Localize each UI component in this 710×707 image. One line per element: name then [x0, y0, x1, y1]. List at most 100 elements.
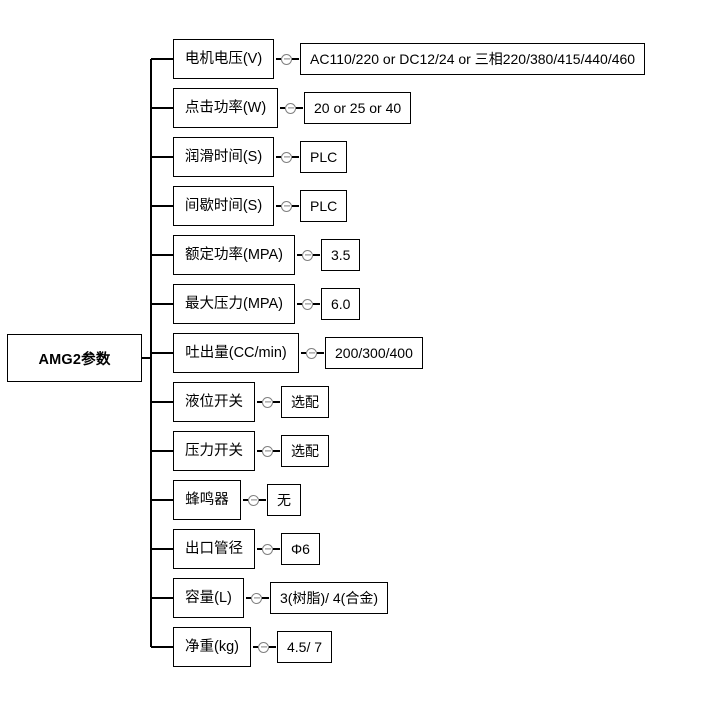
- parameter-value-text: 3.5: [331, 247, 351, 263]
- branch-connector-line: [151, 499, 173, 501]
- connector-stub-right: [317, 352, 324, 354]
- parameter-value-text: 无: [277, 492, 291, 508]
- collapse-circle-icon[interactable]: [281, 53, 292, 65]
- branch-connector-line: [151, 352, 173, 354]
- branch-connector-line: [151, 303, 173, 305]
- value-link-connector: [280, 100, 303, 116]
- parameter-tree-diagram: AMG2参数 电机电压(V) AC110/220 or DC12/24 or 三相…: [0, 0, 710, 707]
- value-link-connector: [297, 296, 320, 312]
- parameter-value-box[interactable]: PLC: [300, 141, 347, 173]
- parameter-label-box[interactable]: 容量(L): [173, 578, 244, 618]
- collapse-circle-icon[interactable]: [248, 494, 259, 506]
- connector-stub-right: [313, 303, 320, 305]
- parameter-label-box[interactable]: 吐出量(CC/min): [173, 333, 299, 373]
- parameter-label-text: 点击功率(W): [184, 99, 267, 116]
- parameter-label-box[interactable]: 润滑时间(S): [173, 137, 274, 177]
- parameter-value-box[interactable]: 选配: [281, 386, 329, 418]
- parameter-value-text: 选配: [291, 443, 319, 459]
- parameter-label-text: 额定功率(MPA): [185, 246, 284, 263]
- connector-stub-right: [269, 646, 276, 648]
- parameter-value-box[interactable]: 6.0: [321, 288, 360, 320]
- collapse-circle-icon[interactable]: [262, 543, 273, 555]
- parameter-value-box[interactable]: PLC: [300, 190, 347, 222]
- parameter-label-text: 吐出量(CC/min): [185, 344, 287, 361]
- connector-stub-right: [273, 401, 280, 403]
- collapse-circle-icon[interactable]: [306, 347, 317, 359]
- parameter-value-text: Φ6: [291, 541, 310, 557]
- branch-connector-line: [151, 548, 173, 550]
- collapse-circle-icon[interactable]: [262, 445, 273, 457]
- collapse-circle-icon[interactable]: [285, 102, 296, 114]
- parameter-label-box[interactable]: 蜂鸣器: [173, 480, 241, 520]
- parameter-value-text: 6.0: [331, 296, 351, 312]
- value-link-connector: [301, 345, 324, 361]
- parameter-value-box[interactable]: 3(树脂)/ 4(合金): [270, 582, 388, 614]
- parameter-value-text: 20 or 25 or 40: [314, 100, 402, 116]
- branch-connector-line: [151, 156, 173, 158]
- parameter-label-text: 电机电压(V): [184, 50, 263, 67]
- value-link-connector: [257, 443, 280, 459]
- parameter-label-box[interactable]: 最大压力(MPA): [173, 284, 295, 324]
- value-link-connector: [243, 492, 266, 508]
- branch-connector-line: [151, 205, 173, 207]
- parameter-label-box[interactable]: 出口管径: [173, 529, 255, 569]
- parameter-label-text: 出口管径: [185, 540, 243, 557]
- root-node[interactable]: AMG2参数: [7, 334, 142, 382]
- parameter-label-box[interactable]: 电机电压(V): [173, 39, 274, 79]
- parameter-label-text: 蜂鸣器: [185, 491, 229, 508]
- parameter-label-box[interactable]: 点击功率(W): [173, 88, 278, 128]
- parameter-label-box[interactable]: 压力开关: [173, 431, 255, 471]
- branch-connector-line: [151, 401, 173, 403]
- connector-stub-right: [292, 156, 299, 158]
- collapse-circle-icon[interactable]: [281, 200, 292, 212]
- parameter-value-box[interactable]: 选配: [281, 435, 329, 467]
- parameter-label-text: 间歇时间(S): [184, 197, 263, 214]
- parameter-value-text: 200/300/400: [335, 345, 413, 361]
- connector-stub-right: [292, 205, 299, 207]
- parameter-label-text: 容量(L): [185, 589, 232, 606]
- value-link-connector: [257, 541, 280, 557]
- parameter-label-box[interactable]: 额定功率(MPA): [173, 235, 295, 275]
- value-link-connector: [246, 590, 269, 606]
- parameter-label-text: 压力开关: [185, 442, 243, 459]
- parameter-value-text: 选配: [291, 394, 319, 410]
- value-link-connector: [297, 247, 320, 263]
- parameter-value-box[interactable]: 3.5: [321, 239, 360, 271]
- collapse-circle-icon[interactable]: [258, 641, 269, 653]
- connector-stub-right: [273, 450, 280, 452]
- connector-stub-right: [273, 548, 280, 550]
- value-link-connector: [276, 149, 299, 165]
- collapse-circle-icon[interactable]: [262, 396, 273, 408]
- branch-connector-line: [151, 646, 173, 648]
- parameter-value-text: 4.5/ 7: [287, 639, 323, 655]
- parameter-value-box[interactable]: 20 or 25 or 40: [304, 92, 411, 124]
- branch-connector-line: [151, 450, 173, 452]
- parameter-value-box[interactable]: Φ6: [281, 533, 320, 565]
- parameter-value-box[interactable]: 200/300/400: [325, 337, 423, 369]
- collapse-circle-icon[interactable]: [302, 249, 313, 261]
- parameter-label-text: 液位开关: [185, 393, 243, 410]
- parameter-label-box[interactable]: 净重(kg): [173, 627, 251, 667]
- parameter-value-box[interactable]: 无: [267, 484, 301, 516]
- branch-connector-line: [151, 597, 173, 599]
- parameter-label-text: 最大压力(MPA): [185, 295, 284, 312]
- parameter-value-box[interactable]: 4.5/ 7: [277, 631, 332, 663]
- parameter-label-text: 净重(kg): [185, 638, 239, 655]
- value-link-connector: [253, 639, 276, 655]
- parameter-label-box[interactable]: 液位开关: [173, 382, 255, 422]
- parameter-label-box[interactable]: 间歇时间(S): [173, 186, 274, 226]
- parameter-value-text: PLC: [310, 198, 338, 214]
- parameter-label-text: 润滑时间(S): [184, 148, 263, 165]
- branch-connector-line: [151, 254, 173, 256]
- value-link-connector: [257, 394, 280, 410]
- parameter-value-text: 3(树脂)/ 4(合金): [280, 590, 378, 606]
- collapse-circle-icon[interactable]: [302, 298, 313, 310]
- collapse-circle-icon[interactable]: [251, 592, 262, 604]
- value-link-connector: [276, 198, 299, 214]
- connector-stub-right: [292, 58, 299, 60]
- connector-stub-right: [259, 499, 266, 501]
- collapse-circle-icon[interactable]: [281, 151, 292, 163]
- branch-connector-line: [151, 58, 173, 60]
- parameter-value-box[interactable]: AC110/220 or DC12/24 or 三相220/380/415/44…: [300, 43, 645, 75]
- connector-stub-right: [313, 254, 320, 256]
